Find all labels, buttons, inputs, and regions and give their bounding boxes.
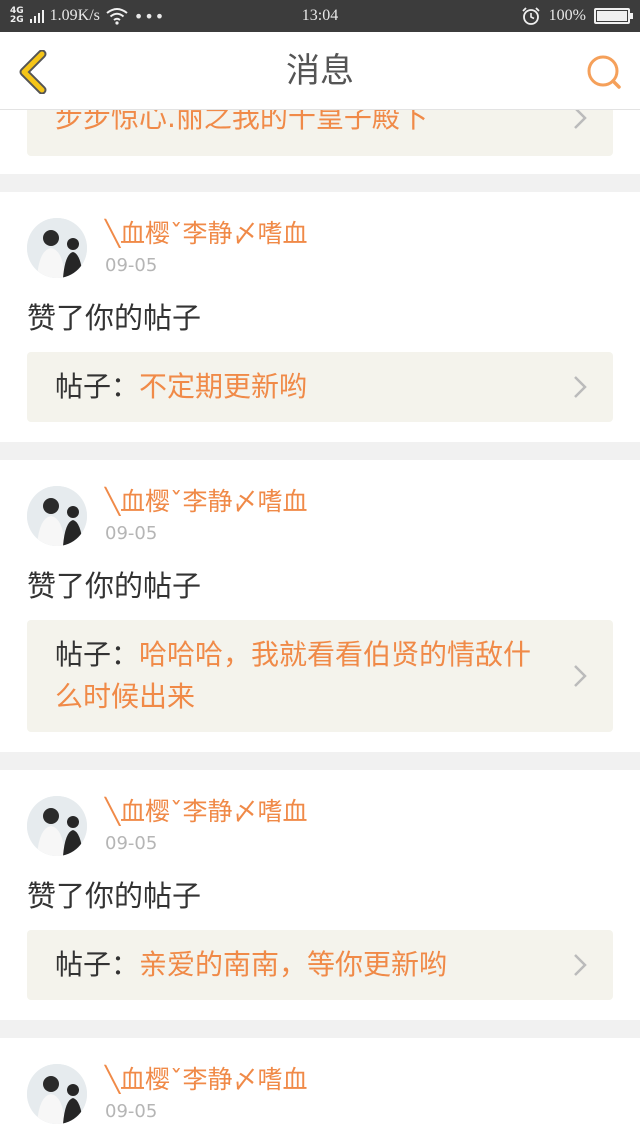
message-list: 步步惊心.丽之我的十皇子殿下 ╲血樱ˇ李静〆嗜血 09-05 赞了你的帖子 帖子… — [0, 110, 640, 1138]
username[interactable]: ╲血樱ˇ李静〆嗜血 — [105, 218, 308, 250]
chevron-right-icon — [574, 376, 587, 398]
date: 09-05 — [105, 255, 158, 276]
username[interactable]: ╲血樱ˇ李静〆嗜血 — [105, 796, 308, 828]
avatar-image — [27, 486, 87, 546]
post-link[interactable]: 步步惊心.丽之我的十皇子殿下 — [27, 110, 613, 156]
avatar-image — [27, 218, 87, 278]
message-card: ╲血樱ˇ李静〆嗜血 09-05 — [0, 1038, 640, 1138]
message-card: ╲血樱ˇ李静〆嗜血 09-05 赞了你的帖子 帖子：不定期更新哟 — [0, 192, 640, 442]
battery-icon — [594, 8, 633, 24]
avatar-image — [27, 796, 87, 856]
username[interactable]: ╲血樱ˇ李静〆嗜血 — [105, 1064, 308, 1096]
message-card: 步步惊心.丽之我的十皇子殿下 — [0, 110, 640, 174]
user-row: ╲血樱ˇ李静〆嗜血 09-05 — [27, 770, 613, 870]
message-card: ╲血樱ˇ李静〆嗜血 09-05 赞了你的帖子 帖子：亲爱的南南，等你更新哟 — [0, 770, 640, 1020]
page-title: 消息 — [286, 51, 354, 91]
date: 09-05 — [105, 833, 158, 854]
chevron-right-icon — [574, 954, 587, 976]
avatar[interactable] — [27, 218, 87, 278]
post-link[interactable]: 帖子：亲爱的南南，等你更新哟 — [27, 930, 613, 1000]
post-title: 步步惊心.丽之我的十皇子殿下 — [55, 110, 428, 134]
post-prefix: 帖子： — [55, 370, 140, 403]
avatar[interactable] — [27, 1064, 87, 1124]
post-title: 不定期更新哟 — [139, 370, 308, 403]
chevron-right-icon — [574, 110, 587, 129]
date: 09-05 — [105, 1101, 158, 1122]
status-right: 100% — [521, 0, 633, 32]
user-row: ╲血樱ˇ李静〆嗜血 09-05 — [27, 460, 613, 560]
status-bar: 4G 2G 1.09K/s ••• 13:04 100% — [0, 0, 640, 32]
action-text: 赞了你的帖子 — [27, 569, 202, 603]
chevron-right-icon — [574, 665, 587, 687]
search-icon[interactable] — [584, 52, 624, 92]
battery-percent: 100% — [548, 7, 586, 24]
post-title: 亲爱的南南，等你更新哟 — [139, 948, 448, 981]
post-link[interactable]: 帖子：不定期更新哟 — [27, 352, 613, 422]
nav-bar: 消息 — [0, 32, 640, 110]
alarm-icon — [522, 7, 540, 25]
message-card: ╲血樱ˇ李静〆嗜血 09-05 赞了你的帖子 帖子：哈哈哈，我就看看伯贤的情敌什… — [0, 460, 640, 752]
date: 09-05 — [105, 523, 158, 544]
post-prefix: 帖子： — [55, 638, 140, 671]
avatar[interactable] — [27, 796, 87, 856]
user-row: ╲血樱ˇ李静〆嗜血 09-05 — [27, 1038, 613, 1138]
avatar-image — [27, 1064, 87, 1124]
battery-fill — [597, 11, 627, 21]
post-prefix: 帖子： — [55, 948, 140, 981]
action-text: 赞了你的帖子 — [27, 301, 202, 335]
user-row: ╲血樱ˇ李静〆嗜血 09-05 — [27, 192, 613, 292]
post-link[interactable]: 帖子：哈哈哈，我就看看伯贤的情敌什么时候出来 — [27, 620, 613, 732]
username[interactable]: ╲血樱ˇ李静〆嗜血 — [105, 486, 308, 518]
action-text: 赞了你的帖子 — [27, 879, 202, 913]
avatar[interactable] — [27, 486, 87, 546]
